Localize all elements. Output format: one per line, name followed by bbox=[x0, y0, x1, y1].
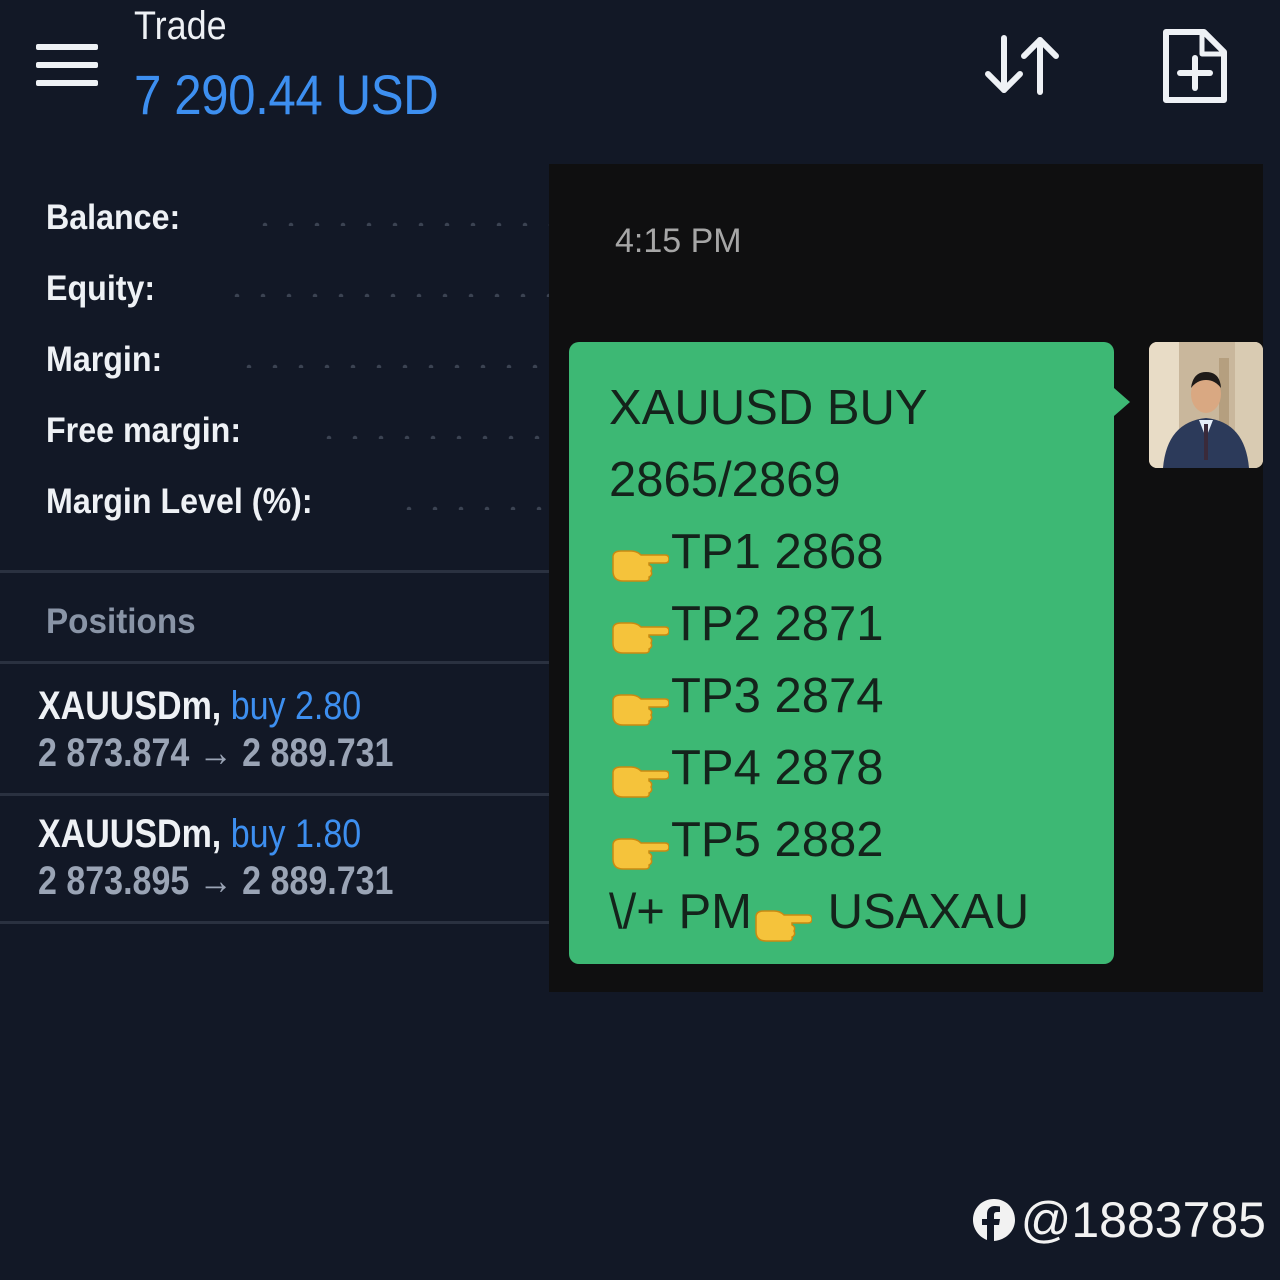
position-row[interactable]: XAUUSDm, buy 2.80 2 873.874 → 2 889.731 bbox=[38, 684, 548, 776]
message-line: 2865/2869 bbox=[609, 453, 841, 507]
chat-overlay: 4:15 PM XAUUSD BUY 2865/2869 TP1 2868 TP… bbox=[549, 164, 1263, 992]
summary-label: Equity: bbox=[46, 269, 156, 308]
current-price: 2 889.731 bbox=[242, 731, 394, 775]
divider bbox=[0, 661, 550, 664]
facebook-icon bbox=[972, 1199, 1015, 1241]
sender-avatar[interactable] bbox=[1149, 342, 1263, 468]
watermark-handle: @1883785 bbox=[1020, 1192, 1266, 1248]
message-line: TP4 2878 bbox=[609, 732, 1029, 804]
summary-row-margin-level: Margin Level (%): bbox=[46, 482, 556, 553]
message-time: 4:15 PM bbox=[615, 222, 742, 260]
sort-arrows-icon[interactable] bbox=[982, 30, 1062, 100]
dotted-leader bbox=[224, 293, 556, 297]
position-direction: buy 2.80 bbox=[230, 684, 362, 728]
message-text: XAUUSD BUY 2865/2869 TP1 2868 TP2 2871 T… bbox=[609, 372, 1029, 948]
summary-label: Margin Level (%): bbox=[46, 482, 313, 521]
dotted-leader bbox=[252, 222, 556, 226]
position-direction: buy 1.80 bbox=[230, 812, 362, 856]
message-line: XAUUSD BUY bbox=[609, 381, 928, 435]
summary-label: Margin: bbox=[46, 340, 163, 379]
divider bbox=[0, 793, 550, 796]
summary-label: Free margin: bbox=[46, 411, 242, 450]
arrow: → bbox=[198, 859, 233, 903]
dotted-leader bbox=[236, 364, 556, 368]
position-symbol: XAUUSDm, bbox=[38, 684, 222, 728]
message-line: TP2 2871 bbox=[609, 588, 1029, 660]
account-summary: Balance: Equity: Margin: Free margin: Ma… bbox=[46, 198, 556, 553]
account-balance: 7 290.44 USD bbox=[134, 63, 439, 126]
pointing-hand-icon bbox=[609, 603, 670, 654]
open-price: 2 873.874 bbox=[38, 731, 190, 775]
dotted-leader bbox=[396, 506, 556, 510]
summary-row-free-margin: Free margin: bbox=[46, 411, 556, 482]
message-bubble[interactable]: XAUUSD BUY 2865/2869 TP1 2868 TP2 2871 T… bbox=[569, 342, 1130, 964]
current-price: 2 889.731 bbox=[242, 859, 394, 903]
position-symbol: XAUUSDm, bbox=[38, 812, 222, 856]
page-title: Trade bbox=[134, 4, 227, 48]
position-row[interactable]: XAUUSDm, buy 1.80 2 873.895 → 2 889.731 bbox=[38, 812, 548, 904]
divider bbox=[0, 921, 550, 924]
hamburger-menu-icon[interactable] bbox=[36, 42, 98, 88]
summary-label: Balance: bbox=[46, 198, 181, 237]
open-price: 2 873.895 bbox=[38, 859, 190, 903]
new-order-icon[interactable] bbox=[1160, 28, 1230, 106]
message-line: \/+ PM USAXAU bbox=[609, 876, 1029, 948]
positions-header: Positions bbox=[46, 602, 196, 641]
message-line: TP5 2882 bbox=[609, 804, 1029, 876]
pointing-hand-icon bbox=[609, 531, 670, 582]
summary-row-balance: Balance: bbox=[46, 198, 556, 269]
arrow: → bbox=[198, 731, 233, 775]
watermark: @1883785 bbox=[971, 1190, 1266, 1250]
pointing-hand-icon bbox=[752, 891, 813, 942]
summary-row-equity: Equity: bbox=[46, 269, 556, 340]
pointing-hand-icon bbox=[609, 819, 670, 870]
summary-row-margin: Margin: bbox=[46, 340, 556, 411]
dotted-leader bbox=[316, 435, 556, 439]
pointing-hand-icon bbox=[609, 747, 670, 798]
message-line: TP1 2868 bbox=[609, 516, 1029, 588]
divider bbox=[0, 570, 550, 573]
pointing-hand-icon bbox=[609, 675, 670, 726]
message-line: TP3 2874 bbox=[609, 660, 1029, 732]
